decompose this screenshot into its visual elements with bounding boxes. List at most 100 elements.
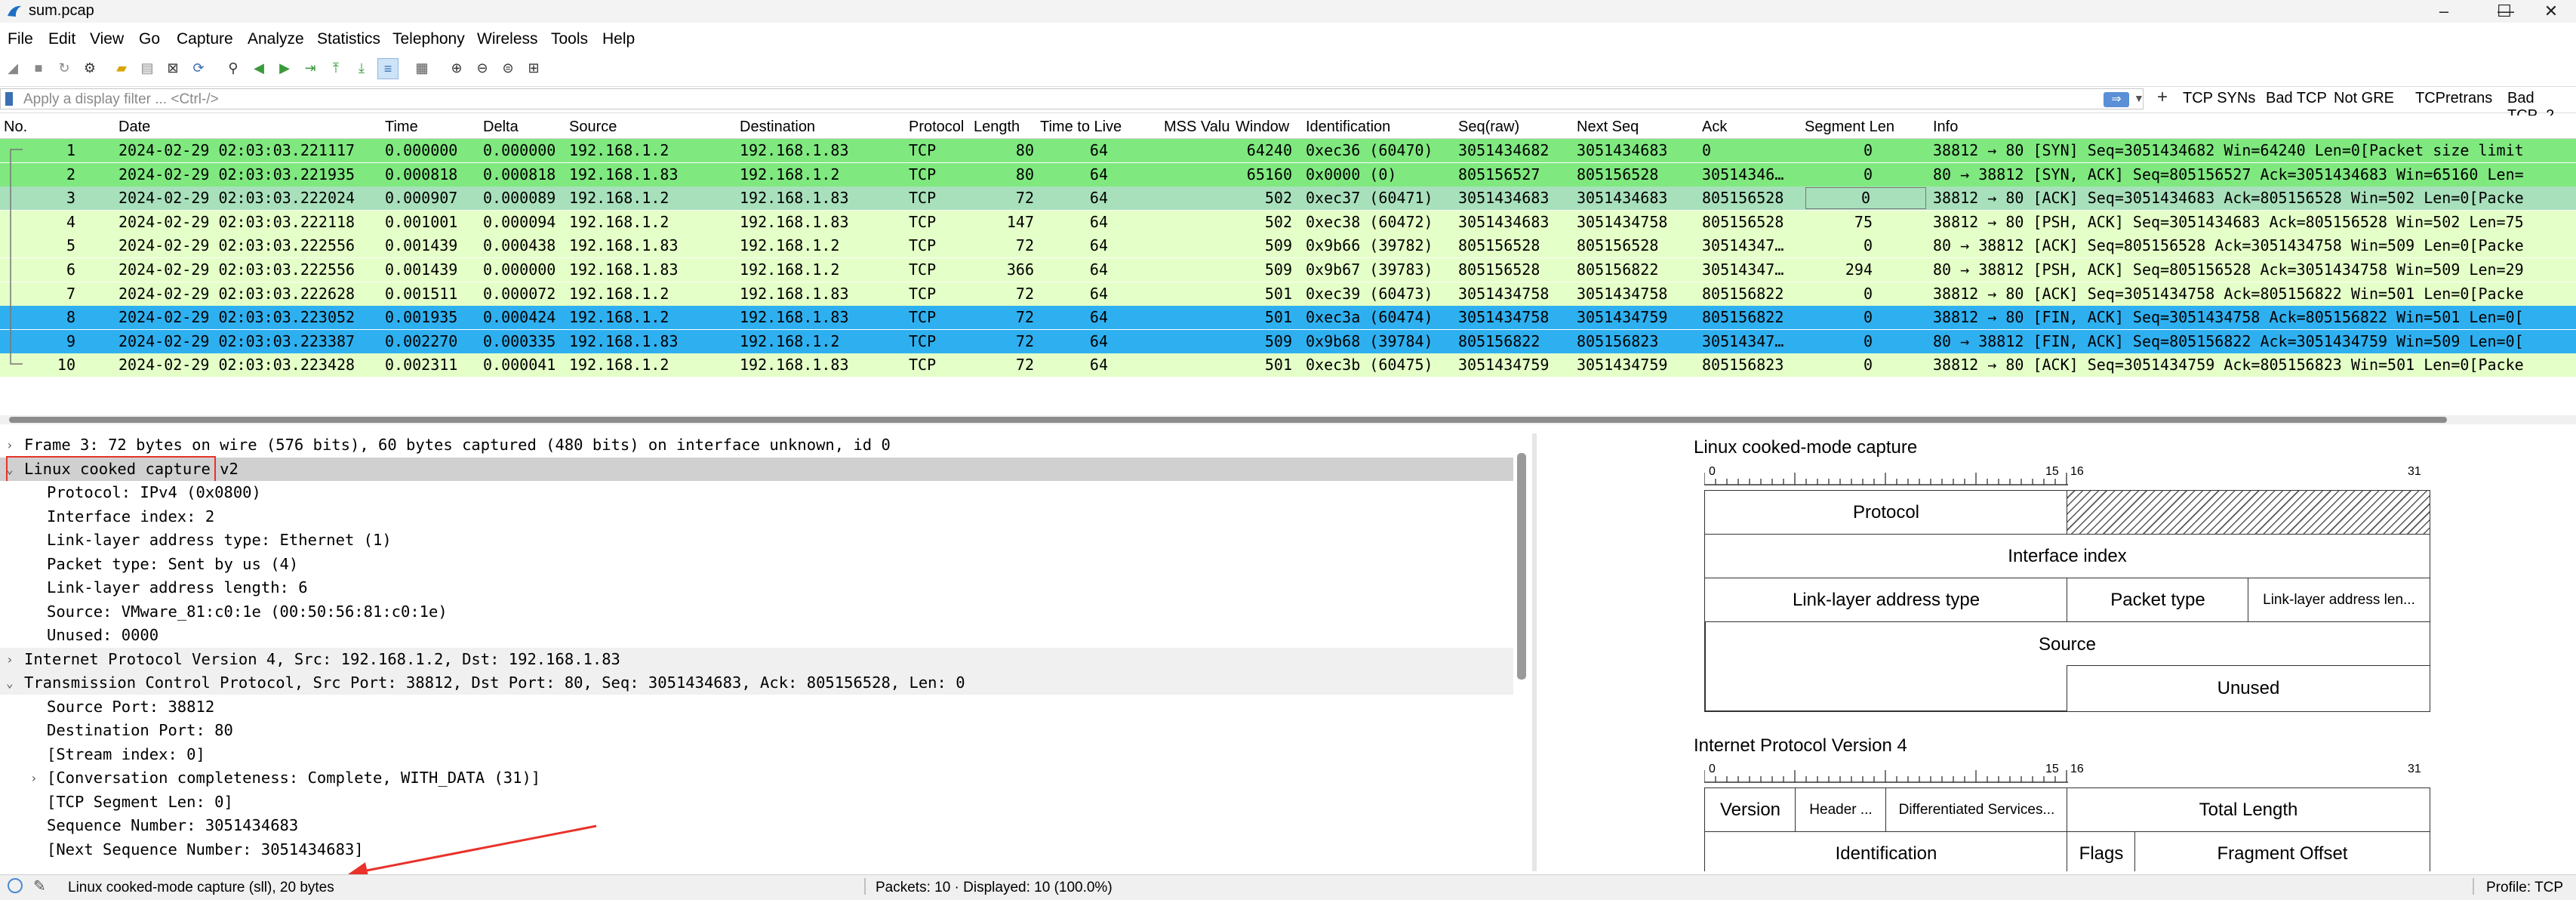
go-forward-icon[interactable]: ▶	[275, 58, 294, 78]
detail-tree-item[interactable]: Link-layer address type: Ethernet (1)	[0, 529, 1513, 552]
menu-telephony[interactable]: Telephony	[392, 30, 465, 48]
expand-chevron-icon[interactable]: ›	[6, 648, 18, 671]
column-header-identification[interactable]: Identification	[1306, 119, 1390, 136]
detail-tree-item[interactable]: [Next Sequence Number: 3051434683]	[0, 837, 1513, 861]
column-header-source[interactable]: Source	[569, 119, 617, 136]
filter-button-bad-tcp[interactable]: Bad TCP	[2266, 90, 2327, 107]
go-back-icon[interactable]: ◀	[249, 58, 269, 78]
column-header-window[interactable]: Window	[1236, 119, 1289, 136]
open-file-icon[interactable]: ▰	[112, 58, 131, 78]
menu-view[interactable]: View	[90, 30, 124, 48]
packet-row[interactable]: 8 2024-02-29 02:03:03.223052 0.001935 0.000…	[0, 306, 2576, 330]
detail-tree-item[interactable]: Interface index: 2	[0, 504, 1513, 529]
bookmark-icon[interactable]	[5, 92, 13, 106]
packet-row[interactable]: 1 2024-02-29 02:03:03.221117 0.000000 0.000…	[0, 139, 2576, 162]
column-header-length[interactable]: Length	[974, 119, 1020, 136]
scrollbar-thumb[interactable]	[9, 417, 2447, 423]
column-header-info[interactable]: Info	[1933, 119, 1958, 136]
detail-tree-item[interactable]: › Frame 3: 72 bytes on wire (576 bits), 6…	[0, 433, 1513, 457]
detail-tree-item[interactable]: Source: VMware_81:c0:1e (00:50:56:81:c0:…	[0, 599, 1513, 624]
menu-analyze[interactable]: Analyze	[248, 30, 304, 48]
detail-tree-item[interactable]: ⌄ Transmission Control Protocol, Src Port…	[0, 671, 1513, 695]
detail-tree-item[interactable]: [Stream index: 0]	[0, 742, 1513, 766]
find-packet-icon[interactable]: ⚲	[223, 58, 243, 78]
column-header-mss[interactable]: MSS Valu	[1164, 119, 1230, 136]
add-filter-button-icon[interactable]: +	[2157, 87, 2168, 108]
display-filter-input[interactable]: Apply a display filter ... <Ctrl-/> ⇒ ▼	[0, 88, 2144, 109]
stop-capture-icon[interactable]: ■	[29, 58, 48, 78]
menu-go[interactable]: Go	[139, 30, 160, 48]
normal-size-icon[interactable]: ⊜	[498, 58, 518, 78]
detail-tree-item[interactable]: Link-layer address length: 6	[0, 576, 1513, 599]
detail-tree-item[interactable]: Unused: 0000	[0, 624, 1513, 647]
menu-capture[interactable]: Capture	[177, 30, 233, 48]
column-header-no[interactable]: No.	[4, 119, 27, 136]
packet-row[interactable]: 9 2024-02-29 02:03:03.223387 0.002270 0.000…	[0, 329, 2576, 353]
collapse-chevron-icon[interactable]: ⌄	[6, 671, 18, 695]
save-file-icon[interactable]: ▤	[137, 58, 157, 78]
packet-row[interactable]: 7 2024-02-29 02:03:03.222628 0.001511 0.000…	[0, 282, 2576, 306]
autoscroll-icon[interactable]: ≡	[377, 58, 399, 79]
pane-splitter[interactable]	[1532, 433, 1537, 871]
packet-row[interactable]: 3 2024-02-29 02:03:03.222024 0.000907 0.000…	[0, 186, 2576, 211]
packet-row[interactable]: 6 2024-02-29 02:03:03.222556 0.001439 0.000…	[0, 258, 2576, 282]
packet-list[interactable]: 1 2024-02-29 02:03:03.221117 0.000000 0.000…	[0, 139, 2576, 381]
menu-tools[interactable]: Tools	[551, 30, 588, 48]
column-header-seq-raw[interactable]: Seq(raw)	[1458, 119, 1519, 136]
zoom-in-icon[interactable]: ⊕	[447, 58, 466, 78]
menu-help[interactable]: Help	[602, 30, 635, 48]
resize-columns-icon[interactable]: ⊞	[524, 58, 543, 78]
column-header-ack[interactable]: Ack	[1702, 119, 1727, 136]
expand-chevron-icon[interactable]: ›	[6, 433, 18, 457]
detail-tree-item[interactable]: › Internet Protocol Version 4, Src: 192.1…	[0, 647, 1513, 671]
packet-row[interactable]: 10 2024-02-29 02:03:03.223428 0.002311 0.00…	[0, 353, 2576, 378]
expand-chevron-icon[interactable]: ›	[30, 766, 42, 790]
column-header-protocol[interactable]: Protocol	[909, 119, 964, 136]
detail-tree-item[interactable]: ⌄ Linux cooked capture v2	[0, 455, 1513, 482]
start-capture-icon[interactable]: ◢	[3, 58, 23, 78]
menu-wireless[interactable]: Wireless	[477, 30, 538, 48]
status-profile[interactable]: Profile: TCP	[2486, 880, 2563, 896]
detail-tree-item[interactable]: Sequence Number: 3051434683	[0, 814, 1513, 837]
packet-row[interactable]: 2 2024-02-29 02:03:03.221935 0.000818 0.000…	[0, 162, 2576, 186]
reload-file-icon[interactable]: ⟳	[189, 58, 208, 78]
edit-comment-icon[interactable]: ✎	[33, 877, 46, 895]
apply-filter-icon[interactable]: ⇒	[2104, 92, 2129, 107]
column-header-date[interactable]: Date	[118, 119, 150, 136]
column-header-delta[interactable]: Delta	[483, 119, 519, 136]
last-packet-icon[interactable]: ⤓	[352, 58, 371, 78]
packet-row[interactable]: 4 2024-02-29 02:03:03.222118 0.001001 0.000…	[0, 210, 2576, 234]
detail-tree-item[interactable]: Source Port: 38812	[0, 695, 1513, 719]
minimize-button[interactable]: –	[2414, 0, 2474, 23]
menu-file[interactable]: File	[8, 30, 33, 48]
close-button[interactable]: ✕	[2521, 0, 2576, 23]
detail-tree-item[interactable]: Destination Port: 80	[0, 719, 1513, 742]
detail-tree-item[interactable]: Protocol: IPv4 (0x0800)	[0, 481, 1513, 504]
filter-button-not-gre[interactable]: Not GRE	[2334, 90, 2394, 107]
column-header-ttl[interactable]: Time to Live	[1040, 119, 1122, 136]
chevron-down-icon[interactable]: ▼	[2134, 92, 2144, 104]
packet-list-scrollbar[interactable]	[0, 415, 2576, 424]
packet-details-pane[interactable]: › Frame 3: 72 bytes on wire (576 bits), 6…	[0, 433, 1525, 871]
packet-row[interactable]: 5 2024-02-29 02:03:03.222556 0.001439 0.000…	[0, 234, 2576, 258]
restart-capture-icon[interactable]: ↻	[54, 58, 74, 78]
colorize-icon[interactable]: ▦	[412, 58, 432, 78]
menu-statistics[interactable]: Statistics	[317, 30, 380, 48]
column-header-segment-len[interactable]: Segment Len	[1805, 119, 1894, 136]
close-file-icon[interactable]: ⊠	[163, 58, 183, 78]
expert-info-icon[interactable]	[8, 878, 23, 893]
detail-tree-item[interactable]: › [Conversation completeness: Complete, W…	[0, 766, 1513, 790]
go-to-packet-icon[interactable]: ⇥	[300, 58, 320, 78]
zoom-out-icon[interactable]: ⊖	[472, 58, 492, 78]
column-header-next-seq[interactable]: Next Seq	[1577, 119, 1639, 136]
first-packet-icon[interactable]: ⤒	[326, 58, 346, 78]
detail-tree-item[interactable]: Packet type: Sent by us (4)	[0, 552, 1513, 576]
detail-tree-item[interactable]: [TCP Segment Len: 0]	[0, 790, 1513, 814]
filter-button-tcp-syns[interactable]: TCP SYNs	[2183, 90, 2255, 107]
column-header-destination[interactable]: Destination	[740, 119, 815, 136]
menu-edit[interactable]: Edit	[48, 30, 75, 48]
column-header-time[interactable]: Time	[385, 119, 418, 136]
filter-button-tcpretrans[interactable]: TCPretrans	[2415, 90, 2492, 107]
capture-options-icon[interactable]: ⚙	[80, 58, 100, 78]
details-scrollbar[interactable]	[1517, 453, 1526, 680]
